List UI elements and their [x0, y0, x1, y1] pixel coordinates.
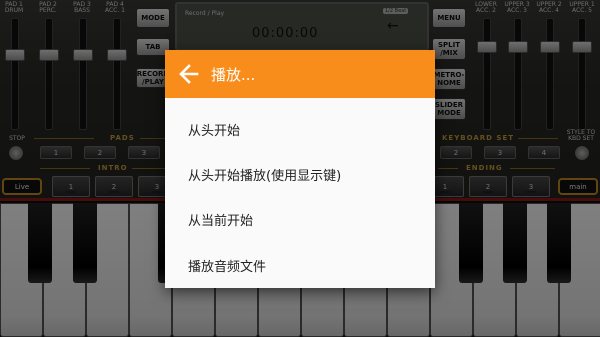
menu-item-play-from-start[interactable]: 从头开始 [165, 106, 435, 152]
menu-item-play-from-current[interactable]: 从当前开始 [165, 196, 435, 242]
menu-item-label: 从当前开始 [188, 213, 254, 229]
menu-item-play-from-start-display-keys[interactable]: 从头开始播放(使用显示键) [165, 151, 435, 197]
back-arrow-icon[interactable] [177, 62, 201, 86]
menu-item-play-audio-file[interactable]: 播放音频文件 [165, 242, 435, 288]
dialog-header: 播放... [165, 50, 435, 98]
arranger-app: PAD 1 DRUM PAD 2 PERC. PAD 3 BASS PAD 4 … [0, 0, 600, 337]
dialog-title: 播放... [211, 66, 256, 84]
menu-item-label: 播放音频文件 [188, 259, 267, 275]
play-options-dialog: 播放... 从头开始 从头开始播放(使用显示键) 从当前开始 播放音频文件 [165, 50, 435, 288]
menu-item-label: 从头开始 [188, 123, 241, 139]
menu-item-label: 从头开始播放(使用显示键) [188, 168, 342, 184]
